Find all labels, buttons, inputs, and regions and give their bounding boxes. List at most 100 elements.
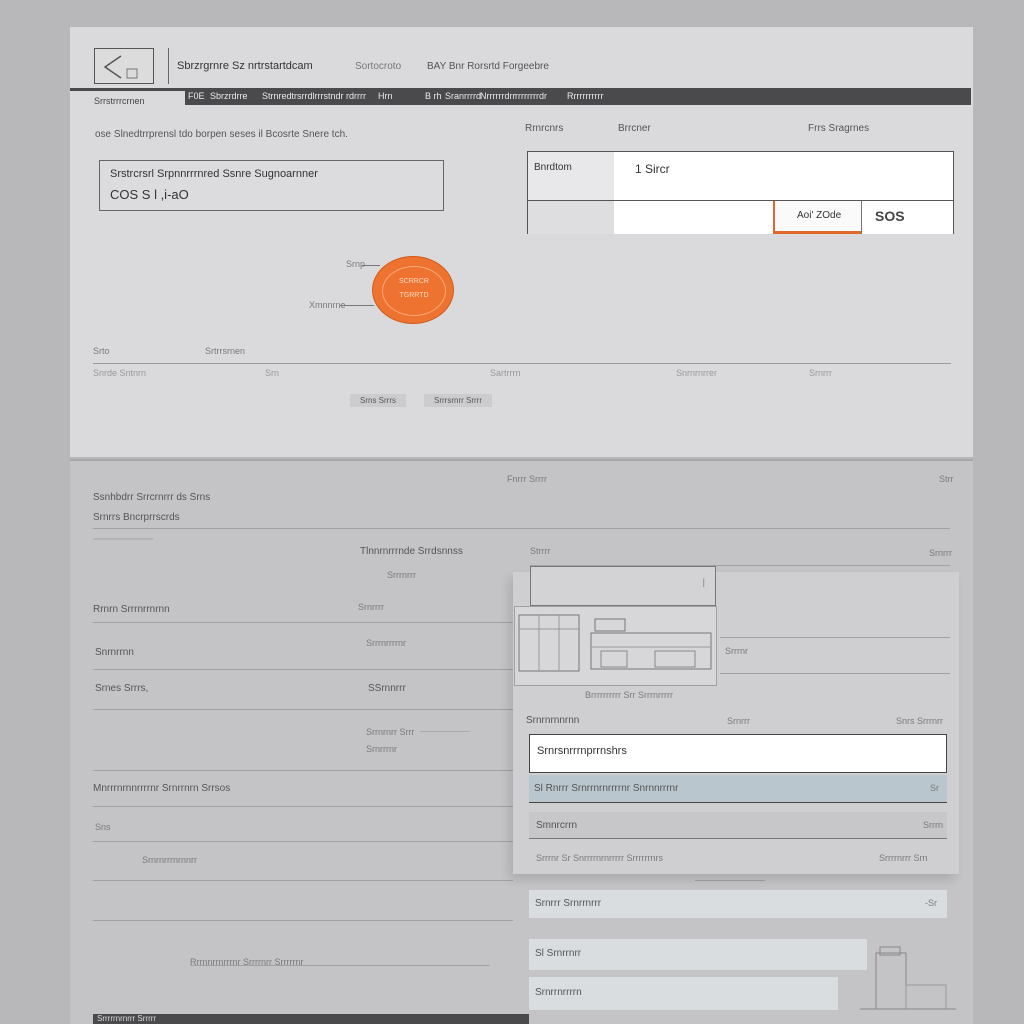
- list-item[interactable]: Sl Srnrrnrr: [529, 939, 867, 970]
- header-subtitle: Sortocroto: [355, 61, 402, 72]
- lower-row-value: SSrnnrrr: [368, 683, 406, 694]
- right-table-value-2: Aoi' ZOde: [797, 210, 842, 221]
- list-item-selected[interactable]: Srnrsnrrrnprrnshrs: [529, 734, 947, 773]
- lower-row-label: Srnrnrrrnrnnrr: [142, 855, 198, 865]
- row-divider: [93, 880, 513, 881]
- toolbar: F0E Sbrzrdrre Strnredtrsrrdlrrrstndr rdr…: [70, 88, 971, 105]
- list-item-label: Srnrsnrrrnprrnshrs: [537, 745, 627, 757]
- lower-subtitle: Srnrrs Bncrprrscrds: [93, 512, 180, 523]
- list-item-label: Smnrcrrn: [536, 820, 578, 831]
- tab-active-label: Srrstrrrcrnen: [94, 96, 145, 106]
- list-item-label: Sl Srnrrnrr: [535, 948, 582, 959]
- dropdown-caret: |: [702, 577, 705, 587]
- list-item-meta: Srrrrnrrr Srn: [879, 853, 928, 863]
- row-divider: [190, 965, 490, 966]
- right-table-col-3: Frrs Sragrnes: [808, 123, 870, 134]
- preview-caption: Brrrrrrrrrr Srr Srrrnrrrrr: [585, 690, 673, 700]
- list-item-meta: -Sr: [925, 898, 937, 908]
- lower-right-head: Strr: [939, 474, 954, 484]
- toolbar-item[interactable]: Rrrrrrrrrrr: [567, 91, 603, 101]
- toolbar-item[interactable]: Nrrrrrrdrr: [480, 91, 515, 101]
- footer-text: Srrrrrnrnrrr Srrrrr: [97, 1014, 157, 1023]
- row-divider: [720, 637, 950, 638]
- header-right-title: BAY Bnr Rorsrtd Forgeebre: [427, 61, 549, 72]
- tab-active[interactable]: Srrstrrrcrnen: [70, 91, 185, 113]
- lower-mid-label: Srrrnrrr: [387, 570, 416, 580]
- lower-row-value: Srrrnrrrrnr: [366, 638, 406, 648]
- right-table-col-2: Brrcner: [618, 123, 651, 134]
- footer-bar: Srrrrrnrnrrr Srrrrr: [93, 1014, 529, 1024]
- device-illustration-icon: [860, 946, 956, 1010]
- lower-center-head: Fnrrr Srrrr: [507, 474, 547, 484]
- list-item-highlighted[interactable]: Sl Rnrrr Srnrrnrnrrrrnr Snrnnrrrnr Sr: [529, 775, 947, 803]
- list-item-label: Srnrrr Srnrrnrrr: [535, 898, 602, 909]
- right-table-row-header: [528, 201, 614, 234]
- lower-row-value: Srnrrrr: [358, 602, 384, 612]
- row-divider: [93, 920, 513, 921]
- lower-row-label: Srnes Srrrs,: [95, 683, 149, 694]
- list-item-meta: Sr: [930, 783, 939, 793]
- toolbar-item[interactable]: rrrrrrrrdr: [515, 91, 547, 101]
- inner-list-head-right: Snrs Srrrnrr: [896, 716, 943, 726]
- primary-button[interactable]: Srrrsrnrr Srrrr: [424, 394, 492, 407]
- list-item[interactable]: Smnrcrrn Srrrn: [529, 812, 947, 839]
- list-item-meta: Srrrn: [923, 820, 943, 830]
- callout-line: [340, 305, 374, 306]
- right-table-selected-cell[interactable]: Aoi' ZOde: [773, 201, 862, 234]
- lower-row-value: Srrnrnrr Srrr: [366, 727, 415, 737]
- lower-title: Ssnhbdrr Srrcrnrrr ds Srns: [93, 492, 211, 503]
- inner-list-head: Srnrnrnnrnn: [526, 715, 580, 726]
- placeholder-bar: [93, 538, 153, 540]
- row-divider: [720, 673, 950, 674]
- right-table-head-cell: Bnrdtom: [528, 152, 614, 200]
- callout-line: [362, 265, 380, 266]
- row-divider: [93, 709, 513, 710]
- toolbar-item[interactable]: Sranrrrrd: [445, 91, 481, 101]
- inner-side-label: Srrrnr: [725, 646, 748, 656]
- toolbar-item[interactable]: F0E: [188, 91, 205, 101]
- inner-input-box[interactable]: |: [530, 566, 716, 606]
- summary-table-head-2: Srtrrsrnen: [205, 346, 246, 356]
- toolbar-item[interactable]: Sbrzrdrre: [210, 91, 248, 101]
- list-item-label: Sl Rnrrr Srnrrnrnrrrrnr Snrnnrrrnr: [534, 783, 679, 794]
- lower-row-label: Rrnrn Srrrnrrnrnn: [93, 604, 170, 615]
- toolbar-item[interactable]: B rh: [425, 91, 442, 101]
- lower-row-label: Snrnrrnn: [95, 647, 134, 658]
- row-divider: [93, 841, 513, 842]
- list-item[interactable]: Srnrrnrrrrn: [529, 977, 838, 1010]
- badge-line-2: TGRRTD: [399, 292, 429, 299]
- lower-section-label: Tlnnrnrrrnde Srrdsnnss: [360, 546, 463, 557]
- inner-window-head: Strrrr: [530, 546, 551, 556]
- placeholder-line: [420, 731, 470, 732]
- summary-table-cell: Srnrrr: [809, 368, 832, 378]
- panel-divider: [70, 459, 973, 461]
- right-table-col-1: Rrnrcnrs: [525, 123, 564, 134]
- summary-line-2: COS S l ,i-aO: [110, 187, 189, 202]
- inner-list-head-mid: Srnrrr: [727, 716, 750, 726]
- toolbar-item[interactable]: Strnredtrsrrdlrrrstndr rdrrrr: [262, 91, 366, 101]
- summary-table-cell: Snrde Sntnrn: [93, 368, 147, 378]
- preview-thumbnail[interactable]: [514, 606, 717, 686]
- badge-callout-top: Srnp: [346, 259, 366, 269]
- summary-table-cell: Sartrrrn: [490, 368, 521, 378]
- back-button[interactable]: [94, 48, 154, 84]
- row-divider: [93, 622, 513, 623]
- badge-line-1: SCRRCR: [399, 278, 429, 285]
- list-item-label: Srnrrnrrrrn: [535, 987, 582, 998]
- list-item[interactable]: Srnrrr Srnrrnrrr -Sr: [529, 890, 947, 918]
- list-item-label: Srrrnr Sr Snrrrrnrnrrrrr Srrrrrrnrs: [536, 853, 663, 863]
- lower-row-value: Srnrrrnr: [366, 744, 397, 754]
- row-divider: [93, 669, 513, 670]
- row-divider: [93, 806, 513, 807]
- right-table-row[interactable]: Aoi' ZOde SOS: [528, 200, 953, 234]
- row-divider: [93, 528, 950, 529]
- status-badge[interactable]: SCRRCR TGRRTD: [372, 256, 454, 324]
- preview-image-icon: [518, 614, 712, 672]
- summary-table-cell: Srn: [265, 368, 280, 378]
- lower-row-label: Mnrrrnrnnrrrrnr Srnrrnrn Srrsos: [93, 783, 231, 794]
- row-divider: [695, 880, 765, 881]
- summary-field[interactable]: Srstrcrsrl Srpnnrrrnred Ssnre Sugnoarnne…: [99, 160, 444, 211]
- secondary-button[interactable]: Srns Srrrs: [350, 394, 406, 407]
- lower-row-label: Sns: [95, 822, 111, 832]
- toolbar-item[interactable]: Hrn: [378, 91, 393, 101]
